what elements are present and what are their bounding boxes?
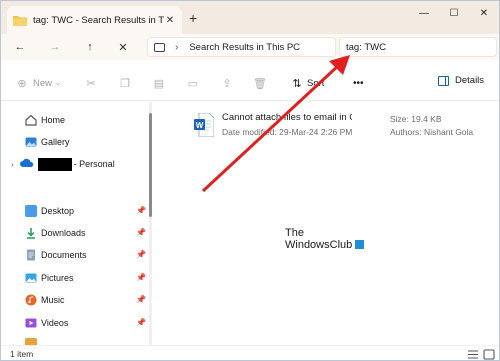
close-window-icon[interactable]: ✕: [471, 4, 497, 22]
copy-icon: ❐: [120, 77, 130, 90]
downloads-icon: [25, 227, 37, 239]
home-icon: [25, 114, 37, 126]
pin-icon[interactable]: 📌: [136, 228, 146, 237]
new-tab-icon[interactable]: +: [189, 10, 197, 26]
sidebar-item-label: Desktop: [41, 206, 75, 216]
share-icon: ⇪: [222, 77, 232, 90]
trash-icon: 🗑: [253, 77, 267, 90]
sidebar-item-label: Downloads: [41, 228, 86, 238]
more-options-icon[interactable]: •••: [353, 75, 364, 91]
sidebar-item-pictures[interactable]: Pictures: [25, 270, 74, 286]
watermark-logo: The WindowsClub: [285, 227, 365, 251]
chevron-right-icon[interactable]: ›: [175, 42, 178, 53]
videos-icon: [25, 317, 37, 329]
svg-text:W: W: [196, 121, 204, 130]
sidebar-item-documents[interactable]: Documents: [25, 247, 87, 263]
file-name: Cannot attach files to email in Ou...: [222, 112, 352, 123]
refresh-stop-icon[interactable]: ✕: [113, 38, 133, 56]
sidebar-item-label: Pictures: [41, 273, 74, 283]
documents-icon: [25, 249, 37, 261]
tab-title: tag: TWC - Search Results in This PC: [33, 14, 164, 26]
folder-icon: [13, 15, 27, 26]
sidebar-item-label: Home: [41, 115, 66, 125]
sidebar-item-gallery[interactable]: Gallery: [25, 134, 70, 150]
sidebar-item-downloads[interactable]: Downloads: [25, 225, 86, 241]
sidebar-item-videos[interactable]: Videos: [25, 315, 68, 331]
new-button[interactable]: ⊕ New ⌄: [15, 75, 61, 91]
details-label: Details: [455, 75, 485, 86]
navigation-pane: Home Gallery › - Personal Desktop 📌 Down: [1, 102, 151, 345]
paste-button[interactable]: ▤: [152, 75, 166, 91]
sort-label: Sort: [307, 77, 325, 89]
pin-icon[interactable]: 📌: [136, 273, 146, 282]
sidebar-item-label: Videos: [41, 318, 69, 328]
delete-button[interactable]: 🗑: [253, 75, 267, 91]
back-arrow-icon[interactable]: ←: [10, 38, 30, 56]
title-bar: tag: TWC - Search Results in This PC ✕ +…: [1, 1, 499, 34]
music-icon: [25, 294, 37, 306]
tab-search-results[interactable]: tag: TWC - Search Results in This PC ✕: [7, 6, 182, 34]
address-location: Search Results in This PC: [189, 41, 301, 53]
file-explorer-window: tag: TWC - Search Results in This PC ✕ +…: [0, 0, 500, 361]
details-pane-icon: [438, 75, 449, 86]
sort-button[interactable]: ⇅ Sort: [290, 75, 324, 91]
watermark-line2: WindowsClub: [285, 239, 353, 251]
sidebar-item-label: Music: [41, 295, 65, 305]
cut-button[interactable]: ✂: [84, 75, 98, 91]
address-row: ← → ↑ ✕ › Search Results in This PC tag:…: [1, 34, 499, 60]
plus-circle-icon: ⊕: [17, 77, 27, 90]
details-view-icon[interactable]: [467, 349, 479, 360]
list-item[interactable]: W Cannot attach files to email in Ou... …: [194, 110, 494, 140]
sidebar-item-music[interactable]: Music: [25, 292, 65, 308]
pin-icon[interactable]: 📌: [136, 206, 146, 215]
copy-button[interactable]: ❐: [118, 75, 132, 91]
gallery-icon: [25, 136, 37, 148]
maximize-icon[interactable]: ☐: [441, 4, 467, 22]
file-list: W Cannot attach files to email in Ou... …: [156, 102, 499, 345]
share-button[interactable]: ⇪: [220, 75, 234, 91]
rename-button[interactable]: ▭: [186, 75, 200, 91]
sidebar-item-partial: [25, 338, 37, 345]
file-size: Size: 19.4 KB: [390, 114, 442, 124]
sort-icon: ⇅: [292, 77, 302, 90]
pictures-icon: [25, 272, 37, 284]
details-button[interactable]: Details: [438, 75, 484, 86]
address-bar[interactable]: › Search Results in This PC: [147, 37, 336, 57]
item-count: 1 item: [10, 349, 34, 359]
forward-arrow-icon[interactable]: →: [45, 38, 65, 56]
pin-icon[interactable]: 📌: [136, 318, 146, 327]
close-tab-icon[interactable]: ✕: [164, 15, 176, 26]
sidebar-item-label: - Personal: [73, 159, 115, 169]
tiles-view-icon[interactable]: [483, 349, 495, 360]
rename-icon: ▭: [187, 77, 199, 90]
windowsclub-logo-icon: [355, 240, 365, 249]
sidebar-item-desktop[interactable]: Desktop: [25, 203, 74, 219]
file-authors: Authors: Nishant Gola: [390, 127, 474, 137]
scissors-icon: ✂: [86, 77, 96, 90]
minimize-icon[interactable]: —: [411, 4, 437, 22]
pin-icon[interactable]: 📌: [136, 250, 146, 259]
sidebar-item-home[interactable]: Home: [25, 112, 65, 128]
desktop-icon: [25, 205, 37, 217]
status-bar: 1 item: [1, 345, 499, 360]
onedrive-icon: [19, 158, 34, 170]
command-bar: ⊕ New ⌄ ✂ ❐ ▤ ▭ ⇪ 🗑 ⇅ Sort ••• Details: [1, 65, 499, 101]
pin-icon[interactable]: 📌: [136, 295, 146, 304]
sidebar-scrollbar[interactable]: [149, 113, 152, 217]
chevron-down-icon: ⌄: [55, 80, 61, 87]
new-label: New: [33, 77, 53, 89]
chevron-right-icon[interactable]: ›: [11, 160, 14, 169]
clipboard-icon: ▤: [153, 77, 165, 90]
sidebar-item-label: Gallery: [41, 137, 70, 147]
sidebar-item-label: Documents: [41, 250, 87, 260]
watermark-line1: The: [285, 227, 304, 239]
sidebar-item-onedrive[interactable]: › - Personal: [11, 156, 115, 172]
file-date-modified: Date modified: 29-Mar-24 2:26 PM: [222, 127, 353, 137]
this-pc-icon: [154, 42, 165, 52]
search-input[interactable]: tag: TWC: [339, 37, 497, 57]
redacted-account-name: [37, 157, 72, 171]
search-query: tag: TWC: [346, 41, 386, 53]
up-arrow-icon[interactable]: ↑: [80, 38, 100, 56]
word-document-icon: W: [194, 112, 215, 138]
